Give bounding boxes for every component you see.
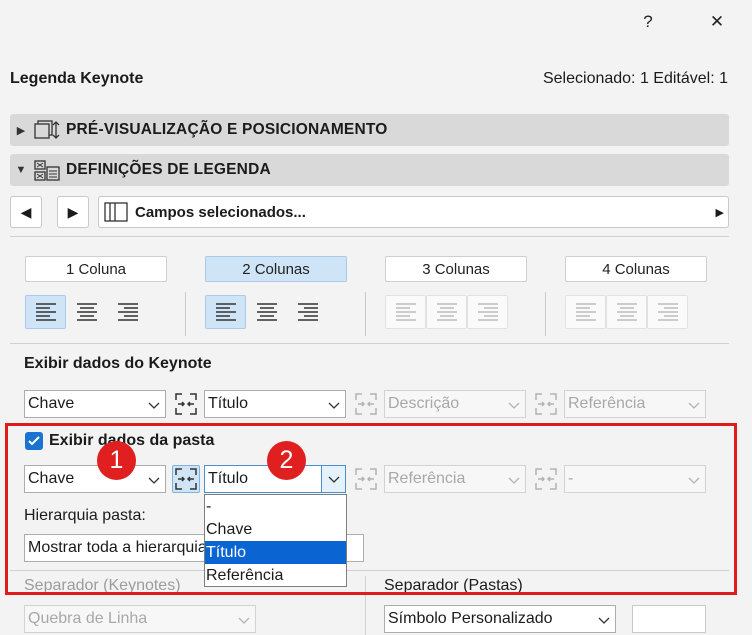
align-right-icon [297,303,318,321]
folder-field-2-dropdown-list[interactable]: - Chave Título Referência [204,494,347,587]
align-center-icon [256,303,277,321]
column-4-button[interactable]: 4 Colunas [565,256,707,282]
align-left-button[interactable] [565,295,606,329]
chevron-down-icon [148,402,160,409]
align-right-icon [477,303,498,321]
custom-symbol-input[interactable] [632,605,706,633]
section-preview-positioning[interactable]: ▶ PRÉ-VISUALIZAÇÃO E POSICIONAMENTO [10,114,729,146]
align-center-button[interactable] [426,295,467,329]
divider [10,343,729,344]
section-label: PRÉ-VISUALIZAÇÃO E POSICIONAMENTO [66,121,388,138]
chevron-down-icon [328,402,340,409]
select-value: Título [208,395,249,412]
preview-position-icon [34,120,60,139]
keynote-field-4-select[interactable]: Referência [564,390,706,418]
chevron-down-icon [238,617,250,624]
align-center-icon [76,303,97,321]
section-label: DEFINIÇÕES DE LEGENDA [66,161,271,178]
chevron-down-icon [508,402,520,409]
select-value: Quebra de Linha [28,610,148,627]
keynote-separator-select[interactable]: Quebra de Linha [24,605,256,633]
link-icon [535,393,557,415]
align-left-button[interactable] [25,295,66,329]
close-button[interactable]: ✕ [703,8,731,36]
align-center-button[interactable] [606,295,647,329]
align-right-button[interactable] [107,295,148,329]
align-left-icon [395,303,416,321]
align-left-button[interactable] [205,295,246,329]
arrow-left-icon: ◀ [20,203,32,220]
divider [545,292,546,336]
link-fields-button[interactable] [352,390,380,418]
columns-icon [104,202,128,222]
expand-triangle-icon: ▶ [16,124,26,137]
divider [185,292,186,336]
folder-separator-select[interactable]: Símbolo Personalizado [384,605,616,633]
previous-button[interactable]: ◀ [10,196,42,228]
chevron-down-icon [688,402,700,409]
select-value: Referência [568,395,646,412]
help-button[interactable]: ? [634,8,662,36]
align-left-icon [35,303,56,321]
keynote-field-2-select[interactable]: Título [204,390,346,418]
next-button[interactable]: ▶ [57,196,89,228]
align-right-icon [657,303,678,321]
align-right-icon [117,303,138,321]
link-fields-button[interactable] [172,390,200,418]
align-center-icon [616,303,637,321]
link-icon [355,393,377,415]
arrow-right-icon: ▶ [67,203,79,220]
align-right-button[interactable] [467,295,508,329]
selected-fields-label: Campos selecionados... [135,203,306,221]
collapse-triangle-icon: ▼ [15,164,27,176]
column-2-button[interactable]: 2 Colunas [205,256,347,282]
dropdown-option[interactable]: Chave [205,518,346,541]
align-left-button[interactable] [385,295,426,329]
keynote-field-1-select[interactable]: Chave [24,390,166,418]
selection-info: Selecionado: 1 Editável: 1 [542,70,728,87]
dropdown-option[interactable]: Referência [205,564,346,587]
section-legend-definitions[interactable]: ▼ DEFINIÇÕES DE LEGENDA [10,154,729,186]
link-icon [175,393,197,415]
link-fields-button[interactable] [532,390,560,418]
divider [10,236,729,237]
align-center-icon [436,303,457,321]
divider [365,292,366,336]
keynote-field-3-select[interactable]: Descrição [384,390,526,418]
legend-definitions-icon [34,160,60,181]
align-right-button[interactable] [647,295,688,329]
select-value: Chave [28,395,75,412]
align-center-button[interactable] [246,295,287,329]
column-3-button[interactable]: 3 Colunas [385,256,527,282]
selected-fields-bar[interactable]: Campos selecionados... ▶ [98,196,729,228]
dialog-title: Legenda Keynote [10,70,144,87]
align-left-icon [215,303,236,321]
chevron-down-icon [598,617,610,624]
dropdown-option-selected[interactable]: Título [205,541,346,564]
annotation-badge-2: 2 [267,441,306,480]
select-value: Símbolo Personalizado [388,610,553,627]
expand-arrow-icon: ▶ [715,206,724,219]
align-right-button[interactable] [287,295,328,329]
column-1-button[interactable]: 1 Coluna [25,256,167,282]
select-value: Descrição [388,395,460,412]
align-left-icon [575,303,596,321]
dropdown-option[interactable]: - [205,495,346,518]
align-center-button[interactable] [66,295,107,329]
keynote-data-heading: Exibir dados do Keynote [24,355,212,372]
annotation-badge-1: 1 [97,441,136,480]
